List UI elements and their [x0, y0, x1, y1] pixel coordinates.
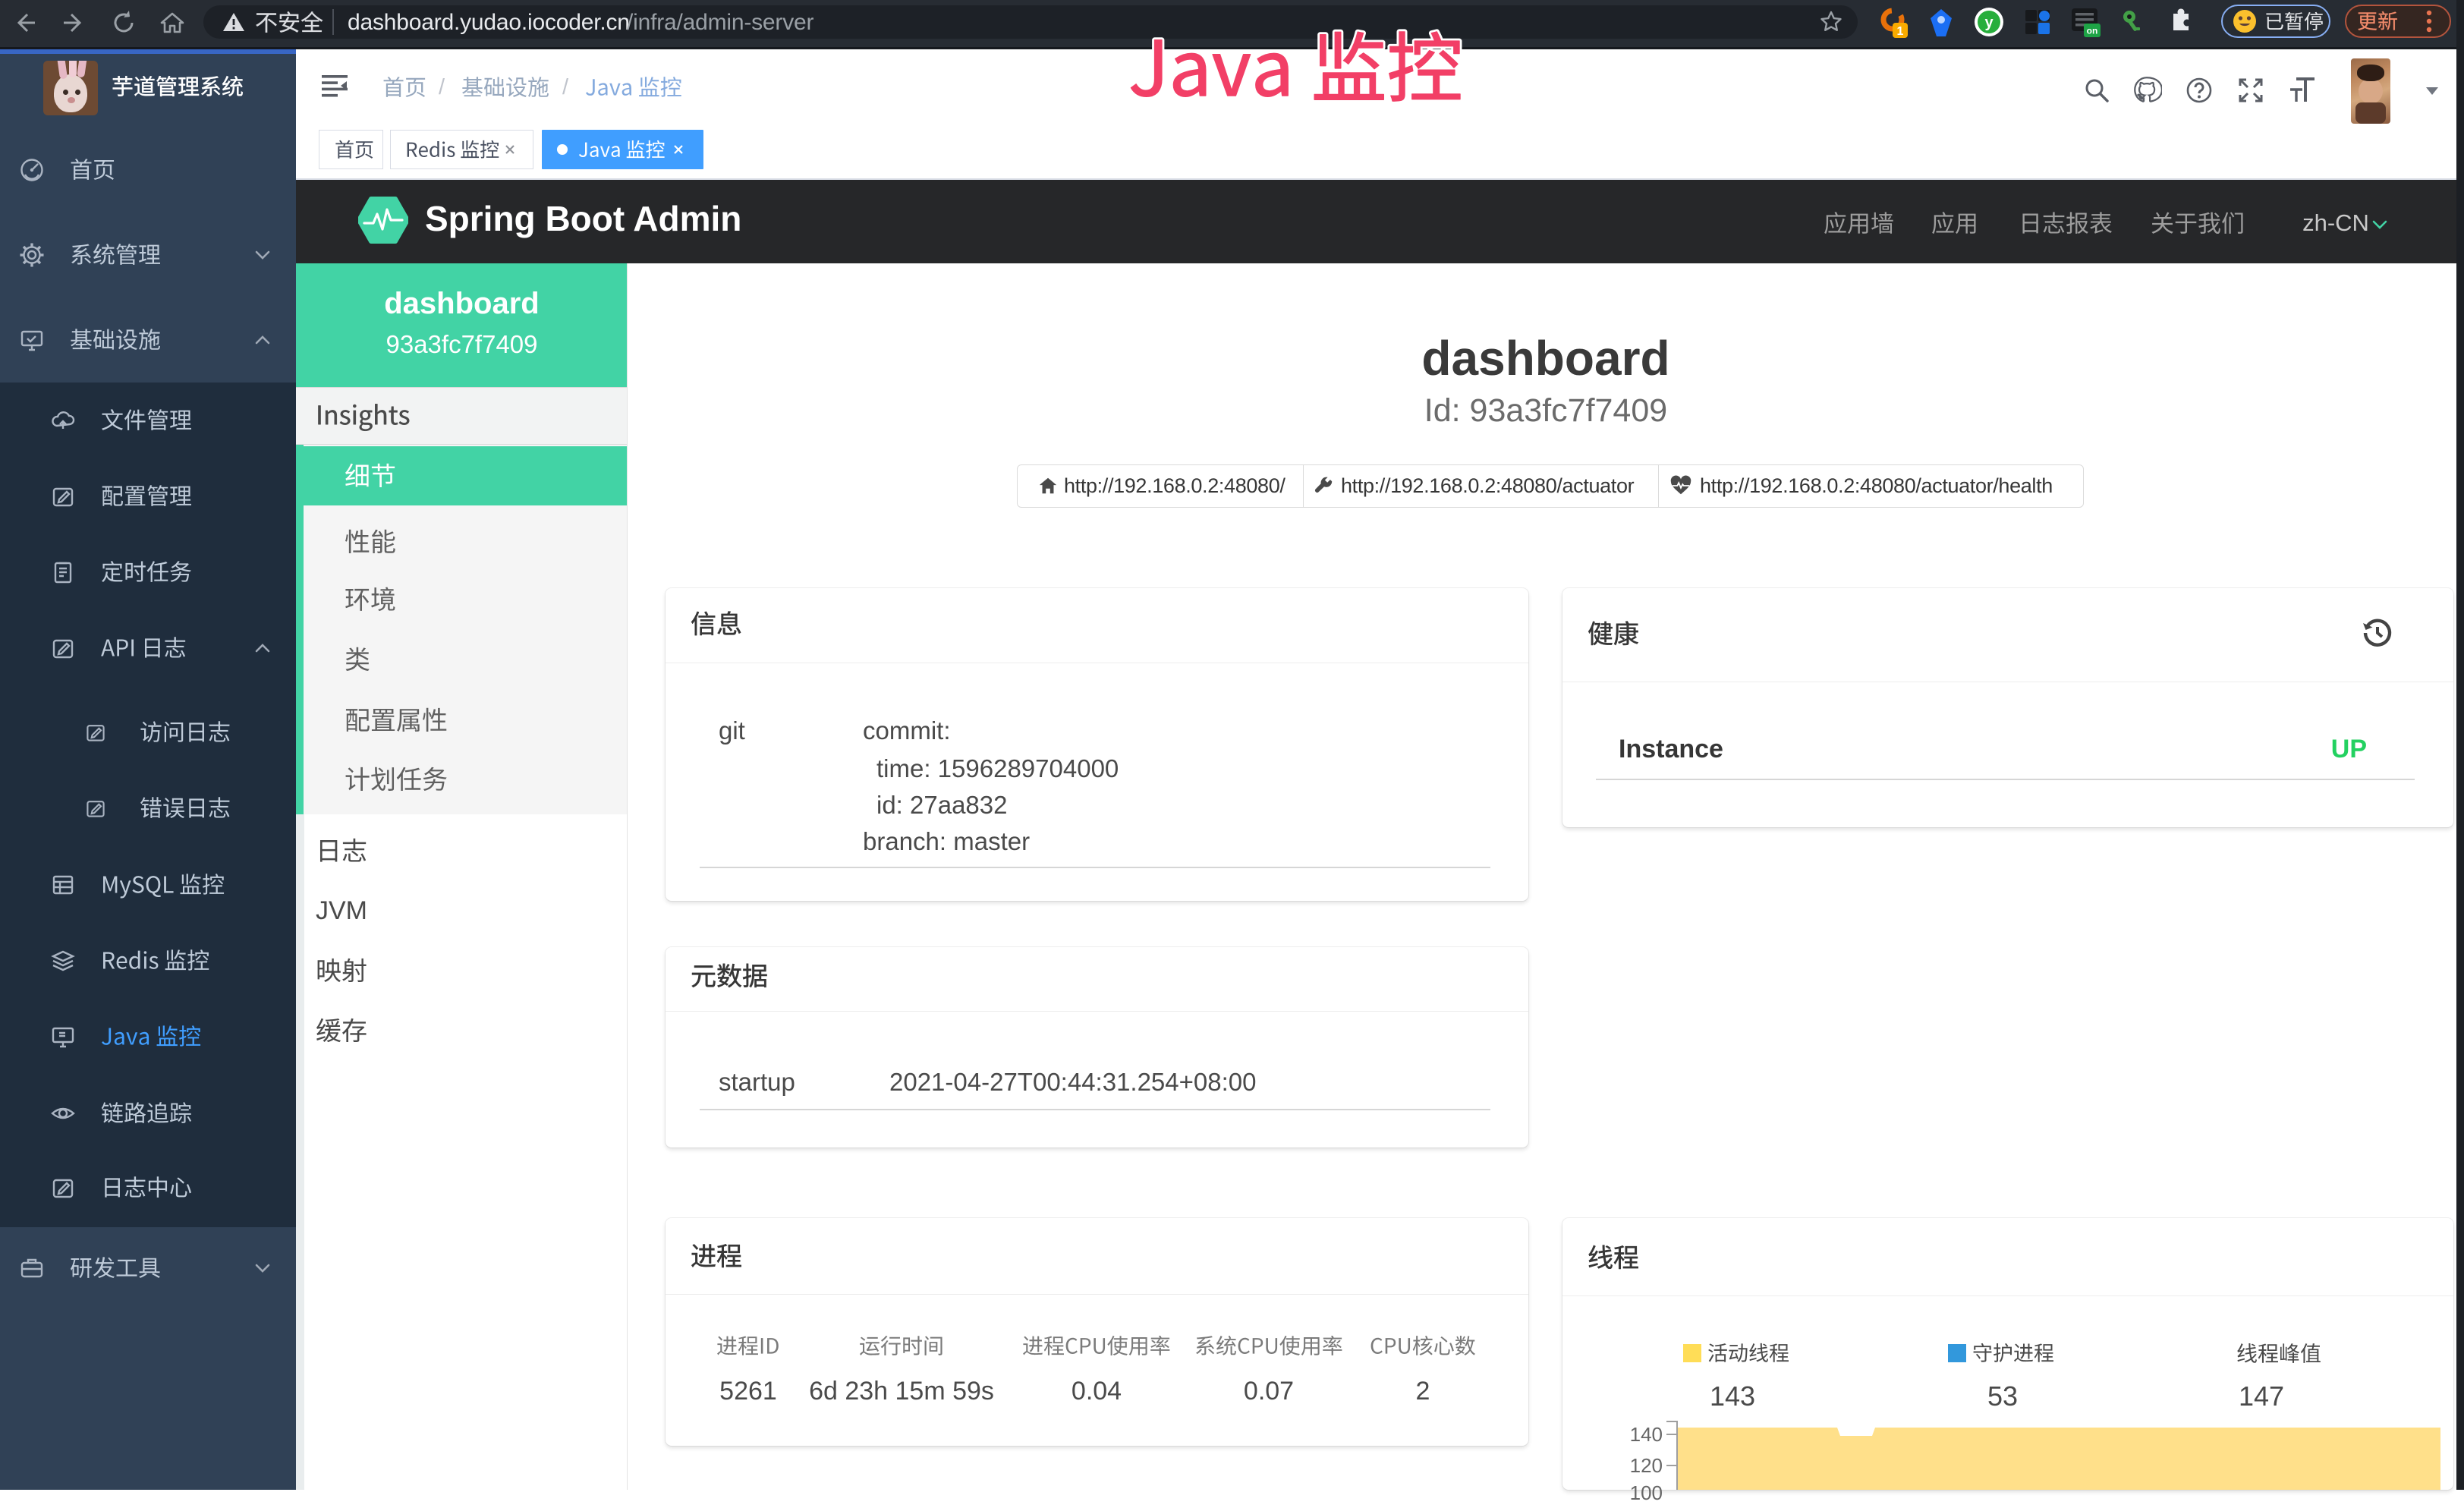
- svg-text:1: 1: [1897, 25, 1904, 38]
- svg-text:on: on: [2087, 26, 2098, 36]
- svg-text:y: y: [1984, 14, 1994, 31]
